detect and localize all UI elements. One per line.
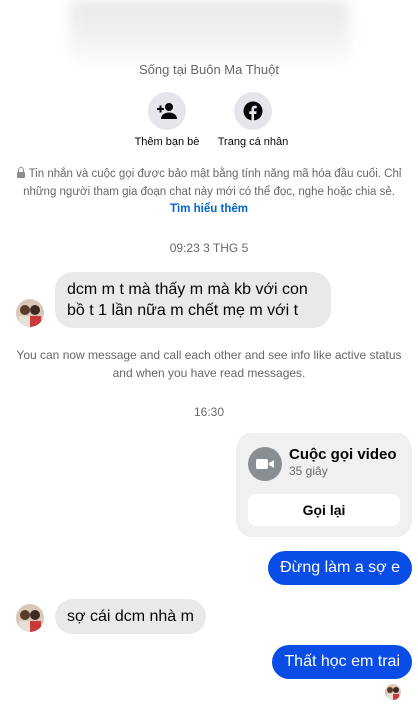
call-title: Cuộc gọi video	[289, 446, 397, 463]
profile-button[interactable]: Trang cá nhân	[198, 92, 308, 148]
learn-more-link[interactable]: Tìm hiểu thêm	[170, 203, 248, 215]
read-receipt-avatar	[385, 684, 401, 700]
add-friend-icon	[148, 92, 186, 130]
outgoing-message[interactable]: Thất học em trai	[272, 645, 412, 679]
facebook-icon	[234, 92, 272, 130]
incoming-message[interactable]: dcm m t mà thấy m mà kb với con bồ t 1 l…	[55, 272, 331, 328]
timestamp: 09:23 3 THG 5	[169, 241, 249, 255]
video-camera-icon	[248, 447, 282, 481]
profile-label: Trang cá nhân	[217, 136, 289, 148]
blurred-profile-header	[70, 0, 350, 62]
encryption-notice: Tin nhắn và cuộc gọi được bảo mật bằng t…	[14, 166, 404, 219]
video-call-card: Cuộc gọi video 35 giây Gọi lại	[236, 433, 412, 537]
connection-notice: You can now message and call each other …	[16, 348, 402, 380]
contact-avatar[interactable]	[16, 604, 44, 632]
profile-location: Sống tại Buôn Ma Thuột	[139, 62, 279, 77]
encryption-text: Tin nhắn và cuộc gọi được bảo mật bằng t…	[23, 168, 402, 198]
lock-icon	[16, 167, 25, 178]
contact-avatar[interactable]	[16, 299, 44, 327]
incoming-message[interactable]: sợ cái dcm nhà m	[55, 599, 206, 634]
timestamp: 16:30	[193, 405, 225, 419]
call-back-button[interactable]: Gọi lại	[248, 494, 400, 526]
outgoing-message[interactable]: Đừng làm a sợ e	[268, 551, 412, 585]
call-duration: 35 giây	[289, 464, 328, 478]
